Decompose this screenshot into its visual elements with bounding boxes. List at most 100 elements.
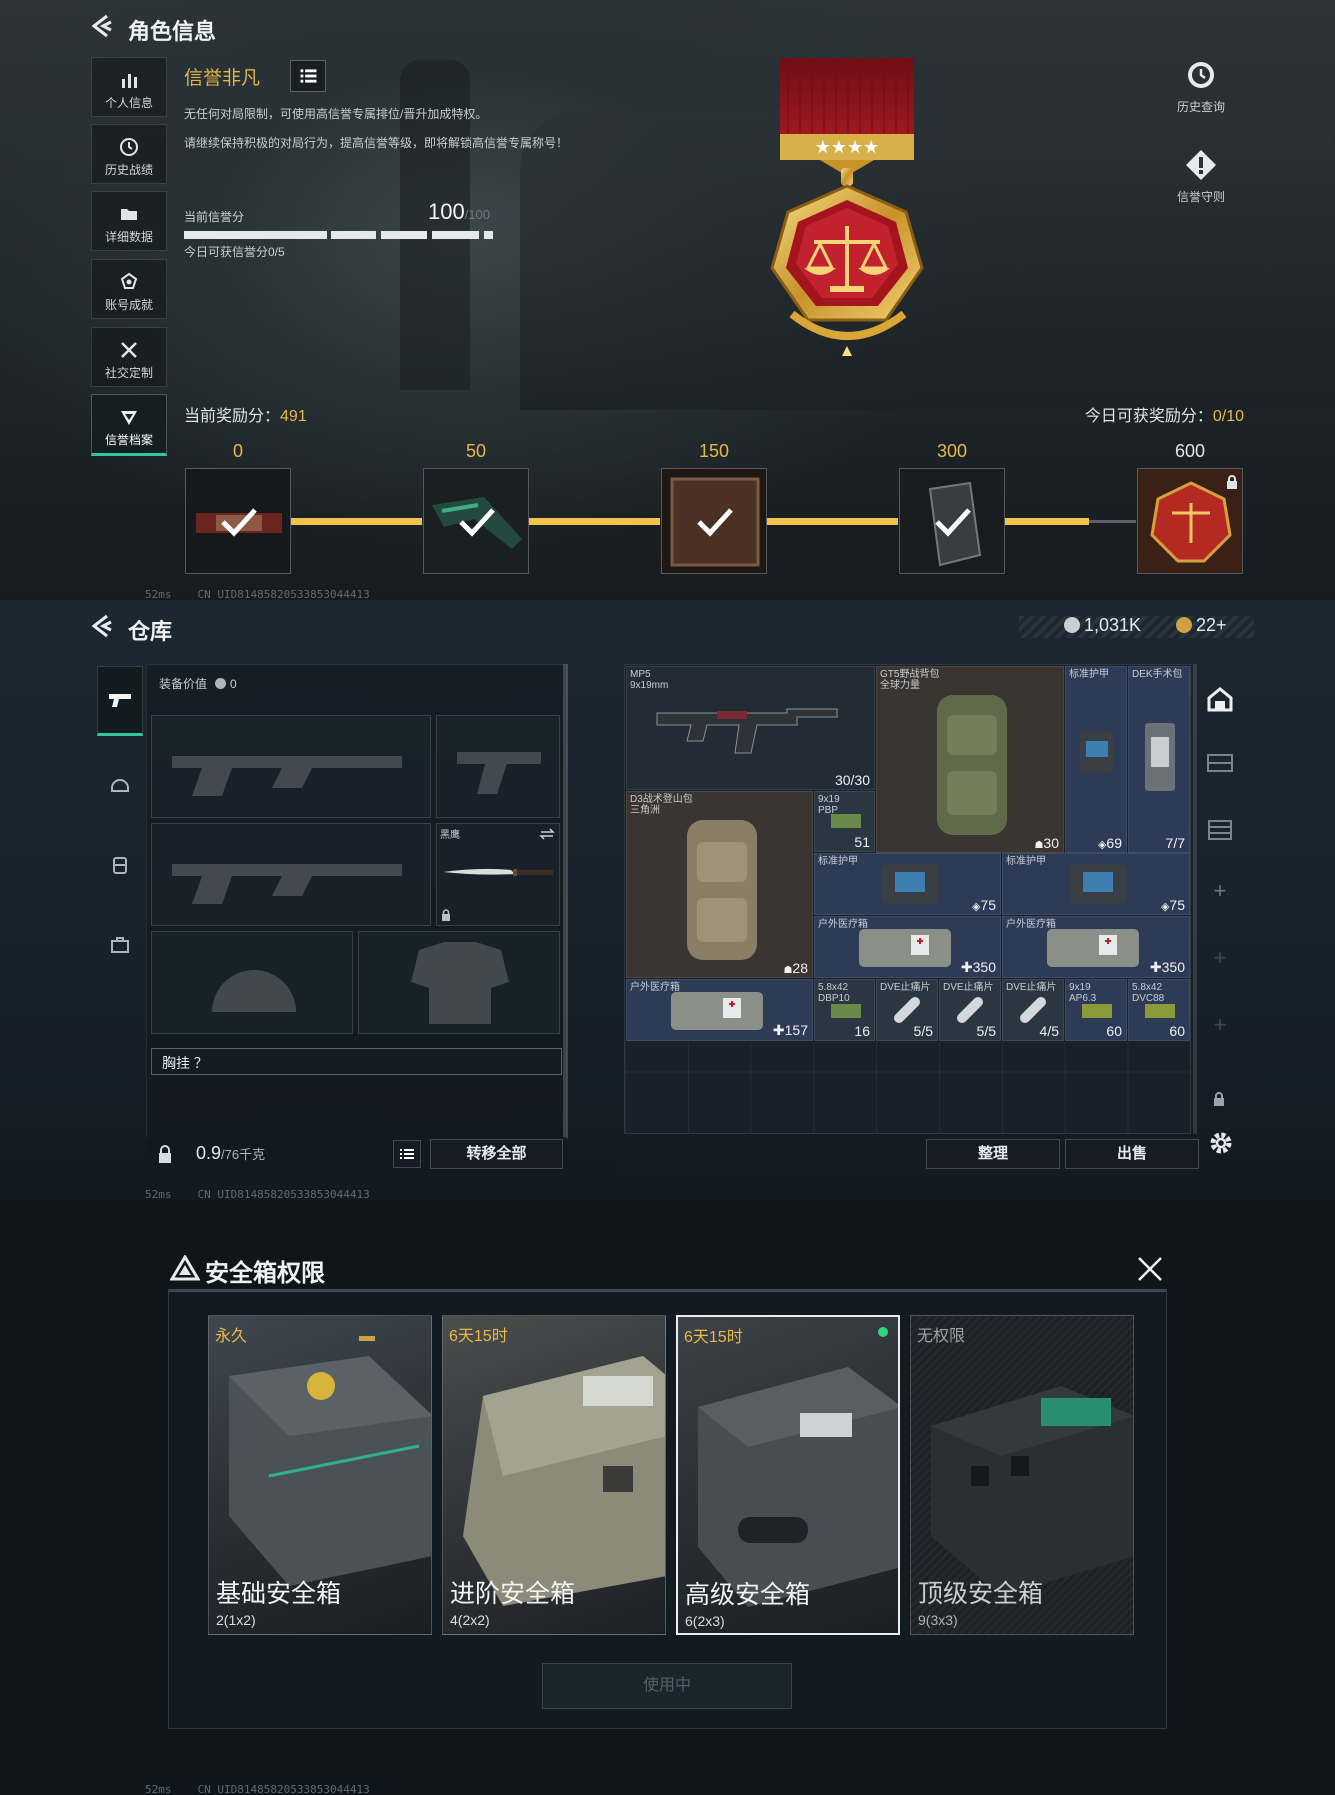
tab-armor[interactable] xyxy=(97,760,143,830)
armor-silhouette-icon xyxy=(411,942,509,1024)
item-count: 75 xyxy=(1169,897,1185,913)
item-armor-2[interactable]: 标准护甲 ◈75 xyxy=(814,853,1001,915)
item-medkit-3[interactable]: 户外医疗箱 ✚157 xyxy=(626,979,813,1041)
ammo-box-icon xyxy=(1145,1004,1175,1018)
tab-weapons[interactable] xyxy=(97,666,143,736)
sidebar-item-label: 个人信息 xyxy=(104,96,153,110)
item-count: 5/5 xyxy=(913,1023,933,1039)
back-arrow-icon xyxy=(91,14,112,38)
item-medkit-1[interactable]: 户外医疗箱 ✚350 xyxy=(814,916,1001,978)
card-basic-safebox[interactable]: 永久 基础安全箱 2(1x2) xyxy=(208,1315,432,1635)
item-armor-3[interactable]: 标准护甲 ◈75 xyxy=(1002,853,1190,915)
item-painkiller-3[interactable]: DVE止痛片 4/5 xyxy=(1002,979,1064,1041)
ammo-box-icon xyxy=(831,1004,861,1018)
item-ammo-9x19-pbp[interactable]: 9x19 PBP 51 xyxy=(814,791,875,852)
tab-warehouse-main[interactable] xyxy=(1198,676,1242,724)
lock-icon[interactable] xyxy=(1213,1092,1225,1106)
in-use-button[interactable]: 使用中 xyxy=(542,1663,792,1709)
chest-rig-row[interactable]: 胸挂 ？ xyxy=(151,1048,562,1075)
profile-back-button[interactable] xyxy=(91,14,113,38)
currency-1-value: 1,031K xyxy=(1084,615,1142,635)
melee-slot[interactable]: 黑鹰 xyxy=(436,823,560,926)
transfer-all-button[interactable]: 转移全部 xyxy=(430,1139,563,1169)
card-top-safebox[interactable]: 无权限 顶级安全箱 9(3x3) xyxy=(910,1315,1134,1635)
sidebar-item-history[interactable]: 历史战绩 xyxy=(91,124,167,184)
warehouse-title: 仓库 xyxy=(128,619,173,644)
backpack-icon xyxy=(687,820,757,960)
history-icon xyxy=(120,138,138,156)
milestone-reward-150[interactable] xyxy=(661,468,767,574)
sidebar-item-personal-info[interactable]: 个人信息 xyxy=(91,57,167,117)
tab-case[interactable] xyxy=(97,920,143,990)
primary-weapon-slot[interactable] xyxy=(151,715,431,818)
medal-icon: ★★★★ xyxy=(770,58,924,356)
equipment-scrollbar[interactable] xyxy=(563,664,568,1139)
tertiary-weapon-slot[interactable] xyxy=(151,823,431,926)
item-medkit-2[interactable]: 户外医疗箱 ✚350 xyxy=(1002,916,1190,978)
item-ammo-9x19-ap[interactable]: 9x19 AP6.3 60 xyxy=(1065,979,1127,1041)
lock-icon[interactable] xyxy=(157,1145,173,1163)
reputation-desc-2: 请继续保持积极的对局行为，提高信誉等级，即将解锁高信誉专属称号！ xyxy=(184,136,569,150)
list-icon xyxy=(300,69,317,83)
reputation-rules-button[interactable]: 信誉守则 xyxy=(1153,148,1249,205)
sell-button[interactable]: 出售 xyxy=(1065,1139,1199,1169)
sidebar-item-reputation[interactable]: 信誉档案 xyxy=(91,394,167,456)
sidebar-item-details[interactable]: 详细数据 xyxy=(91,191,167,251)
close-icon[interactable] xyxy=(1137,1256,1163,1282)
milestone-reward-300[interactable] xyxy=(899,468,1005,574)
sidebar-item-achievements[interactable]: 账号成就 xyxy=(91,259,167,319)
milestone-reward-0[interactable] xyxy=(185,468,291,574)
add-storage-button-1[interactable]: + xyxy=(1198,878,1242,912)
item-name: DVE止痛片 xyxy=(943,982,994,993)
reputation-list-button[interactable] xyxy=(290,60,326,92)
swap-icon xyxy=(539,828,555,840)
add-storage-button-2[interactable]: + xyxy=(1198,945,1242,979)
list-view-button[interactable] xyxy=(393,1140,421,1168)
history-query-button[interactable]: 历史查询 xyxy=(1153,58,1249,115)
item-mp5[interactable]: MP5 9x19mm 30/30 xyxy=(626,666,875,790)
armor-slot[interactable] xyxy=(358,931,560,1034)
item-painkiller-2[interactable]: DVE止痛片 5/5 xyxy=(939,979,1001,1041)
surgery-kit-icon xyxy=(1145,723,1175,791)
secondary-weapon-slot[interactable] xyxy=(436,715,560,818)
item-dek-surgery-kit[interactable]: DEK手术包 7/7 xyxy=(1128,666,1190,853)
milestone-connector-locked xyxy=(1089,520,1136,523)
tab-backpack[interactable] xyxy=(97,840,143,910)
settings-gear-icon[interactable] xyxy=(1208,1130,1234,1156)
pill-icon xyxy=(1020,997,1046,1023)
sidebar-item-social[interactable]: 社交定制 xyxy=(91,327,167,387)
item-gt5-backpack[interactable]: GT5野战背包 全球力量 ☗30 xyxy=(876,666,1064,853)
helmet-slot[interactable] xyxy=(151,931,353,1034)
chest-rig-label: 胸挂 ？ xyxy=(162,1055,208,1071)
tab-storage-2[interactable] xyxy=(1198,740,1242,788)
reputation-level-title: 信誉非凡 xyxy=(184,68,261,89)
item-name: DVE止痛片 xyxy=(880,982,931,993)
card-advanced-safebox[interactable]: 6天15时 进阶安全箱 4(2x2) xyxy=(442,1315,666,1635)
milestone-reward-50[interactable] xyxy=(423,468,529,574)
today-score: 今日可获信誉分0/5 xyxy=(184,245,285,259)
check-icon xyxy=(935,508,971,537)
milestone-reward-600[interactable] xyxy=(1137,468,1243,574)
item-ammo-5.8-dbp10[interactable]: 5.8x42 DBP10 16 xyxy=(814,979,875,1041)
card-time-label: 无权限 xyxy=(917,1328,966,1345)
add-storage-button-3[interactable]: + xyxy=(1198,1012,1242,1046)
item-painkiller-1[interactable]: DVE止痛片 5/5 xyxy=(876,979,938,1041)
current-reward-value: 491 xyxy=(280,408,307,425)
item-d3-backpack[interactable]: D3战术登山包 三角洲 ☗28 xyxy=(626,791,813,978)
warehouse-scrollbar[interactable] xyxy=(1193,664,1197,1134)
score-bar-segment xyxy=(432,231,479,239)
item-armor-1[interactable]: 标准护甲 ◈69 xyxy=(1065,666,1127,853)
card-size: 9(3x3) xyxy=(918,1612,958,1628)
item-ammo-5.8-dvc88[interactable]: 5.8x42 DVC88 60 xyxy=(1128,979,1190,1041)
tab-storage-3[interactable] xyxy=(1198,806,1242,854)
item-count: 60 xyxy=(1169,1023,1185,1039)
item-hp: ✚157 xyxy=(773,1022,808,1039)
equip-value-number: 0 xyxy=(230,677,237,691)
card-time-label: 6天15时 xyxy=(449,1328,508,1345)
plus-icon: + xyxy=(1213,945,1227,970)
warehouse-back-button[interactable] xyxy=(91,614,113,638)
sort-button[interactable]: 整理 xyxy=(926,1139,1060,1169)
history-query-label: 历史查询 xyxy=(1176,100,1225,114)
item-count: 4/5 xyxy=(1039,1023,1059,1039)
card-premium-safebox[interactable]: 6天15时 高级安全箱 6(2x3) xyxy=(676,1315,900,1635)
